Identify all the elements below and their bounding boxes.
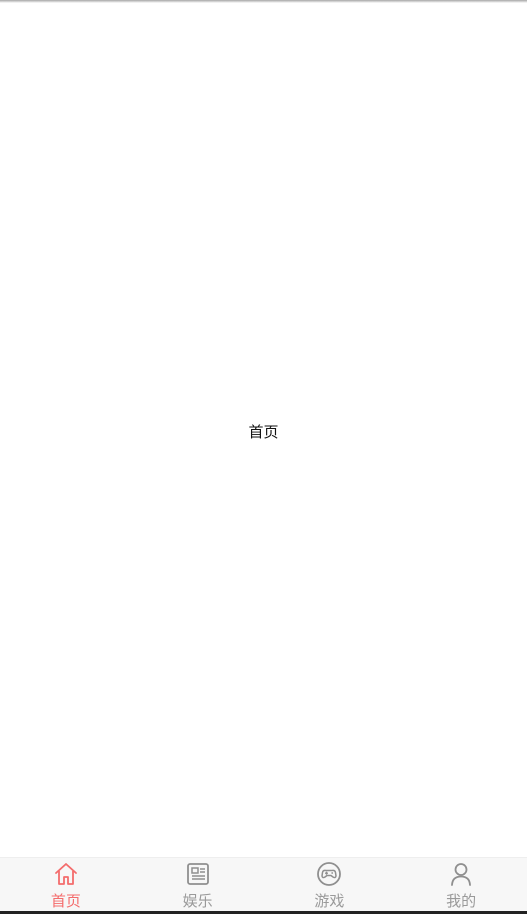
user-icon <box>447 860 475 888</box>
app-screen: 首页 首页 娱乐 游戏 我的 <box>0 0 527 914</box>
tab-home[interactable]: 首页 <box>0 858 132 914</box>
page-title: 首页 <box>248 423 279 441</box>
main-content: 首页 <box>0 3 527 857</box>
gamepad-icon <box>315 860 343 888</box>
home-icon <box>52 860 80 888</box>
tab-games[interactable]: 游戏 <box>264 858 396 914</box>
tab-home-label: 首页 <box>50 892 81 910</box>
tab-entertainment-label: 娱乐 <box>182 892 213 910</box>
tab-mine[interactable]: 我的 <box>395 858 527 914</box>
bottom-tab-bar: 首页 娱乐 游戏 我的 <box>0 857 527 914</box>
tab-games-label: 游戏 <box>314 892 345 910</box>
tab-entertainment[interactable]: 娱乐 <box>132 858 264 914</box>
tab-mine-label: 我的 <box>446 892 477 910</box>
news-icon <box>184 860 212 888</box>
